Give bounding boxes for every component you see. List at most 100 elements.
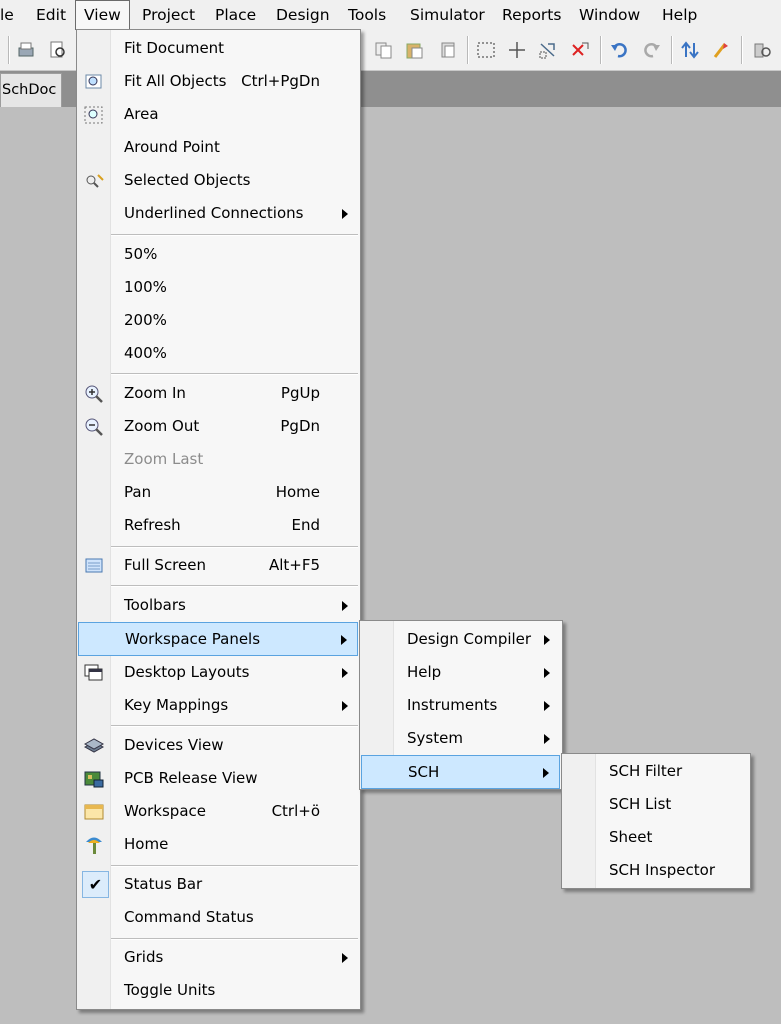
menu-item-zoom-in[interactable]: Zoom In PgUp [79,378,358,409]
menu-separator [111,865,358,867]
submenu-arrow-icon [544,668,550,678]
hierarchy-up-down-icon[interactable] [680,40,700,60]
desktop-layouts-icon [83,662,105,684]
zoom-selected-icon [83,170,105,192]
submenu-arrow-icon [342,601,348,611]
menu-item-system[interactable]: System [362,723,560,754]
sch-submenu: SCH Filter SCH List Sheet SCH Inspector [561,753,751,889]
menu-item-grids[interactable]: Grids [79,942,358,973]
menu-item-design-compiler[interactable]: Design Compiler [362,624,560,655]
submenu-arrow-icon [342,668,348,678]
menu-help[interactable]: Help [662,0,697,30]
print-icon[interactable] [16,40,36,60]
submenu-arrow-icon [342,209,348,219]
menu-item-fit-document[interactable]: Fit Document [79,33,358,64]
full-screen-icon [83,555,105,577]
menu-item-sch-list[interactable]: SCH List [564,789,748,820]
menu-item-help[interactable]: Help [362,657,560,688]
zoom-area-icon [83,104,105,126]
menu-item-desktop-layouts[interactable]: Desktop Layouts [79,657,358,688]
menu-bar: le Edit View Project Place Design Tools … [0,0,781,31]
menu-separator [111,373,358,375]
pcb-release-icon [83,768,105,790]
menu-item-full-screen[interactable]: Full Screen Alt+F5 [79,550,358,581]
print-preview-icon[interactable] [48,40,68,60]
menu-item-home[interactable]: Home [79,829,358,860]
library-icon[interactable] [752,40,772,60]
menu-item-area[interactable]: Area [79,99,358,130]
devices-view-icon [83,735,105,757]
view-menu: Fit Document Fit All Objects Ctrl+PgDn A… [76,29,361,1010]
menu-item-pan[interactable]: Pan Home [79,477,358,508]
menu-item-toggle-units[interactable]: Toggle Units [79,975,358,1006]
menu-item-sch-filter[interactable]: SCH Filter [564,756,748,787]
menu-item-workspace[interactable]: Workspace Ctrl+ö [79,796,358,827]
menu-item-command-status[interactable]: Command Status [79,902,358,933]
menu-item-fit-all-objects[interactable]: Fit All Objects Ctrl+PgDn [79,66,358,97]
submenu-arrow-icon [544,635,550,645]
menu-item-zoom-100[interactable]: 100% [79,272,358,303]
menu-tools[interactable]: Tools [348,0,386,30]
zoom-out-icon [83,416,105,438]
undo-icon[interactable] [609,40,629,60]
menu-item-underlined-connections[interactable]: Underlined Connections [79,198,358,229]
menu-simulator[interactable]: Simulator [410,0,485,30]
menu-project[interactable]: Project [142,0,195,30]
menu-edit[interactable]: Edit [36,0,66,30]
menu-separator [111,546,358,548]
menu-item-key-mappings[interactable]: Key Mappings [79,690,358,721]
toolbar-separator [600,36,602,64]
toolbar-separator [8,36,10,64]
menu-item-selected-objects[interactable]: Selected Objects [79,165,358,196]
menu-item-pcb-release-view[interactable]: PCB Release View [79,763,358,794]
menu-design[interactable]: Design [276,0,330,30]
menu-item-around-point[interactable]: Around Point [79,132,358,163]
submenu-arrow-icon [342,953,348,963]
menu-item-toolbars[interactable]: Toolbars [79,590,358,621]
menu-separator [111,234,358,236]
document-tab[interactable]: SchDoc [0,73,62,107]
submenu-arrow-icon [543,768,549,778]
checkmark-icon: ✔ [82,871,109,898]
paste-icon[interactable] [404,40,424,60]
menu-item-zoom-out[interactable]: Zoom Out PgDn [79,411,358,442]
menu-place[interactable]: Place [215,0,256,30]
zoom-in-icon [83,383,105,405]
menu-separator [111,585,358,587]
move-icon[interactable] [507,40,527,60]
submenu-arrow-icon [341,635,347,645]
submenu-arrow-icon [544,734,550,744]
redo-icon[interactable] [642,40,662,60]
menu-item-refresh[interactable]: Refresh End [79,510,358,541]
menu-item-zoom-400[interactable]: 400% [79,338,358,369]
deselect-icon[interactable] [570,40,590,60]
move-selection-icon[interactable] [538,40,558,60]
toolbar-separator [741,36,743,64]
menu-item-devices-view[interactable]: Devices View [79,730,358,761]
select-area-icon[interactable] [476,40,496,60]
menu-reports[interactable]: Reports [502,0,561,30]
menu-item-workspace-panels[interactable]: Workspace Panels [78,622,358,656]
menu-item-sch[interactable]: SCH [361,755,560,789]
menu-separator [111,725,358,727]
menu-item-sch-inspector[interactable]: SCH Inspector [564,855,748,886]
home-icon [83,834,105,856]
menu-item-status-bar[interactable]: ✔ Status Bar [79,869,358,900]
menu-separator [111,938,358,940]
menu-file[interactable]: le [0,0,14,30]
paste-array-icon[interactable] [438,40,458,60]
menu-item-sheet[interactable]: Sheet [564,822,748,853]
menu-item-zoom-last: Zoom Last [124,450,204,468]
cross-probe-icon[interactable] [711,40,731,60]
menu-window[interactable]: Window [579,0,640,30]
menu-item-instruments[interactable]: Instruments [362,690,560,721]
menu-item-zoom-50[interactable]: 50% [79,239,358,270]
submenu-arrow-icon [544,701,550,711]
submenu-arrow-icon [342,701,348,711]
fit-all-objects-icon [83,71,105,93]
copy-icon[interactable] [374,40,394,60]
workspace-icon [83,801,105,823]
menu-view[interactable]: View [75,0,130,30]
menu-item-zoom-200[interactable]: 200% [79,305,358,336]
toolbar-separator [671,36,673,64]
